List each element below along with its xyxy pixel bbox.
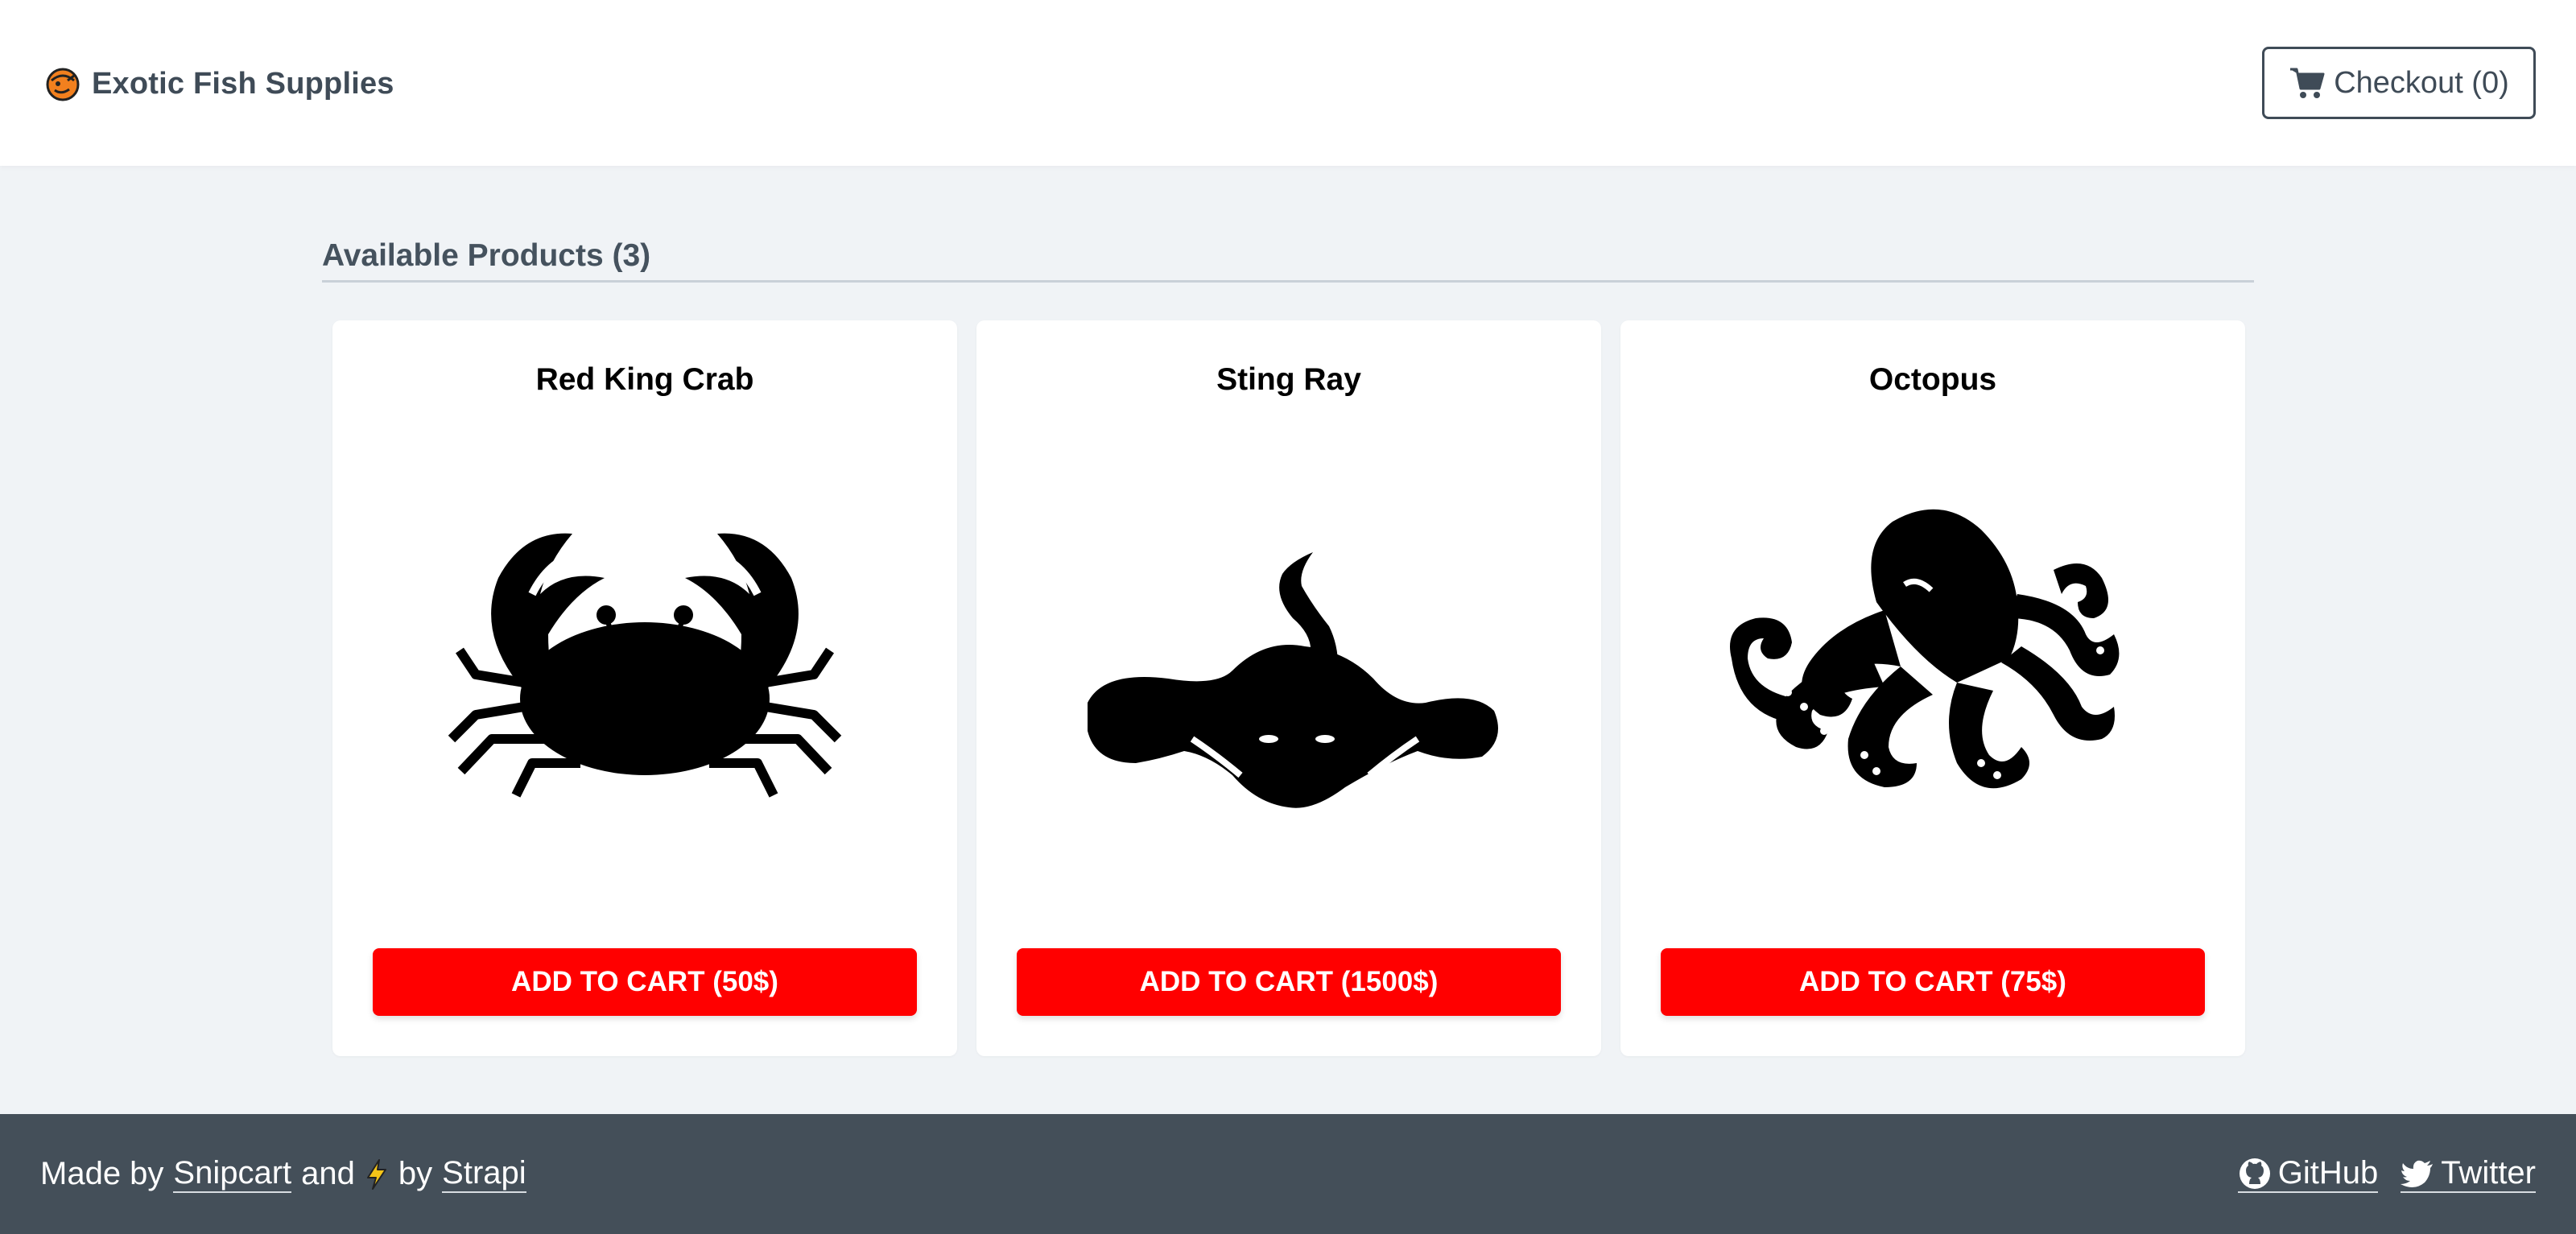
footer-credits: Made by Snipcart and by Strapi: [40, 1114, 526, 1234]
fish-logo-icon: [46, 68, 80, 101]
product-card: Red King Crab ADD TO CART (50$): [332, 320, 957, 1056]
cart-icon: [2290, 68, 2325, 98]
footer: Made by Snipcart and by Strapi GitHub Tw…: [0, 1114, 2576, 1234]
crab-icon: [448, 533, 842, 798]
twitter-label: Twitter: [2441, 1155, 2536, 1191]
product-name: Red King Crab: [535, 362, 754, 397]
stingray-icon: [1088, 552, 1498, 808]
checkout-label: Checkout (0): [2334, 65, 2509, 100]
github-link[interactable]: GitHub: [2237, 1155, 2379, 1193]
github-icon: [2239, 1158, 2270, 1189]
add-to-cart-button[interactable]: ADD TO CART (75$): [1661, 948, 2205, 1016]
footer-links: GitHub Twitter: [2237, 1114, 2536, 1234]
and-text: and: [301, 1156, 355, 1191]
brand[interactable]: Exotic Fish Supplies: [43, 64, 394, 103]
octopus-icon: [1730, 509, 2120, 789]
strapi-link[interactable]: Strapi: [442, 1155, 526, 1193]
add-to-cart-button[interactable]: ADD TO CART (1500$): [1017, 948, 1561, 1016]
by-text: by: [398, 1156, 433, 1191]
lightning-icon: [366, 1158, 386, 1190]
top-header: Exotic Fish Supplies Checkout (0): [0, 0, 2576, 166]
checkout-button[interactable]: Checkout (0): [2262, 47, 2536, 119]
product-name: Sting Ray: [1216, 362, 1361, 397]
section-title: Available Products (3): [322, 238, 651, 273]
twitter-link[interactable]: Twitter: [2401, 1155, 2536, 1193]
product-card: Sting Ray ADD TO CART (1500$): [976, 320, 1601, 1056]
made-by-text: Made by: [40, 1156, 164, 1191]
snipcart-link[interactable]: Snipcart: [173, 1155, 292, 1193]
product-name: Octopus: [1868, 362, 1997, 397]
add-to-cart-button[interactable]: ADD TO CART (50$): [373, 948, 917, 1016]
brand-name: Exotic Fish Supplies: [92, 66, 394, 101]
github-label: GitHub: [2277, 1155, 2379, 1191]
section-divider: [322, 280, 2254, 283]
product-card: Octopus ADD TO CART (75$): [1620, 320, 2245, 1056]
twitter-icon: [2401, 1160, 2434, 1187]
